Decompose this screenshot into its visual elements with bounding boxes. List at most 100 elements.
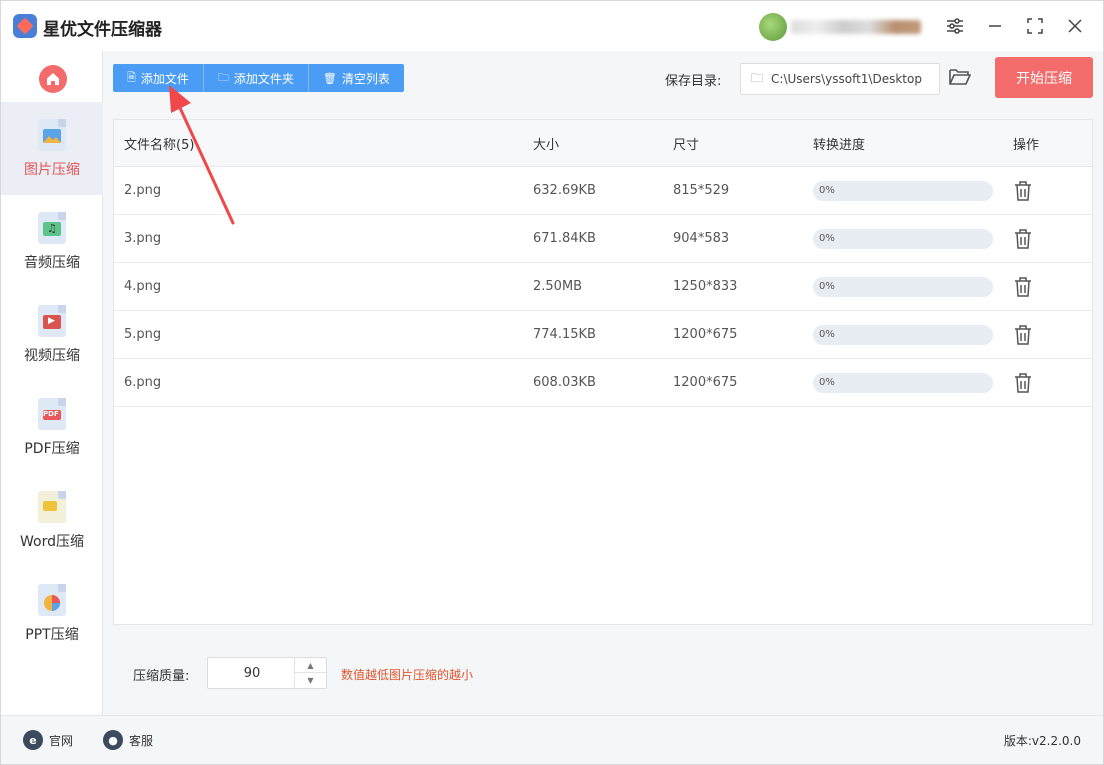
delete-trash-icon[interactable] — [1013, 276, 1033, 298]
table-row[interactable]: 5.png 774.15KB 1200*675 0% — [114, 311, 1092, 359]
clear-list-button[interactable]: 🗑 清空列表 — [308, 64, 404, 92]
browser-e-icon: e — [23, 730, 43, 750]
settings-sliders-icon[interactable] — [942, 13, 968, 39]
delete-trash-icon[interactable] — [1013, 180, 1033, 202]
table-row[interactable]: 3.png 671.84KB 904*583 0% — [114, 215, 1092, 263]
progress-bar: 0% — [813, 324, 993, 345]
cell-size: 671.84KB — [533, 231, 596, 246]
cell-action — [1013, 167, 1033, 214]
website-link[interactable]: e 官网 — [23, 730, 73, 750]
sidebar-item-label: Word压缩 — [20, 533, 84, 550]
delete-trash-icon[interactable] — [1013, 372, 1033, 394]
sidebar-item-image[interactable]: 图片压缩 — [1, 102, 103, 195]
folder-outline-icon: 🗀 — [751, 70, 764, 85]
cell-progress: 0% — [813, 167, 993, 214]
cell-progress: 0% — [813, 359, 993, 406]
cell-action — [1013, 263, 1033, 310]
sidebar-item-ppt[interactable]: PPT压缩 — [1, 567, 103, 660]
cell-dims: 1200*675 — [673, 327, 738, 342]
progress-bar: 0% — [813, 372, 993, 393]
home-button[interactable] — [39, 65, 67, 93]
progress-bar: 0% — [813, 180, 993, 201]
cell-name: 2.png — [124, 183, 162, 198]
table-row[interactable]: 2.png 632.69KB 815*529 0% — [114, 167, 1092, 215]
progress-bar: 0% — [813, 276, 993, 297]
username-blurred — [791, 20, 921, 34]
table-row[interactable]: 4.png 2.50MB 1250*833 0% — [114, 263, 1092, 311]
cell-name: 6.png — [124, 375, 162, 390]
progress-text: 0% — [819, 329, 835, 340]
home-icon — [47, 73, 59, 85]
sidebar-item-label: 音频压缩 — [24, 254, 80, 271]
cell-action — [1013, 311, 1033, 358]
close-icon[interactable] — [1062, 13, 1088, 39]
video-file-icon: ▶ — [38, 304, 66, 337]
progress-text: 0% — [819, 185, 835, 196]
header-name: 文件名称(5) — [124, 137, 195, 153]
table-header: 文件名称(5) 大小 尺寸 转换进度 操作 — [114, 120, 1092, 167]
sidebar-item-word[interactable]: Word压缩 — [1, 474, 103, 567]
cell-size: 774.15KB — [533, 327, 596, 342]
decrement-icon[interactable]: ▼ — [295, 673, 326, 688]
sidebar: 图片压缩 ♫ 音频压缩 ▶ 视频压缩 PDF PDF压缩 Word压缩 PPT压… — [1, 51, 103, 715]
cell-action — [1013, 215, 1033, 262]
user-avatar[interactable] — [759, 13, 787, 41]
progress-text: 0% — [819, 233, 835, 244]
image-file-icon — [38, 118, 66, 151]
support-link[interactable]: ● 客服 — [103, 730, 153, 750]
save-dir-input[interactable]: 🗀 C:\Users\yssoft1\Desktop — [740, 63, 940, 95]
app-title: 星优文件压缩器 — [43, 20, 162, 40]
save-dir-label: 保存目录: — [665, 74, 722, 89]
delete-trash-icon[interactable] — [1013, 324, 1033, 346]
sidebar-item-video[interactable]: ▶ 视频压缩 — [1, 288, 103, 381]
quality-panel: 压缩质量: 90 ▲ ▼ 数值越低图片压缩的越小 — [113, 635, 1093, 715]
increment-icon[interactable]: ▲ — [295, 658, 326, 673]
header-progress: 转换进度 — [813, 137, 866, 153]
cell-dims: 904*583 — [673, 231, 730, 246]
header-size: 大小 — [533, 137, 560, 153]
audio-file-icon: ♫ — [38, 211, 66, 244]
add-folder-button[interactable]: 🗀 添加文件夹 — [203, 64, 309, 92]
word-file-icon — [38, 490, 66, 523]
cell-dims: 1250*833 — [673, 279, 738, 294]
progress-bar: 0% — [813, 228, 993, 249]
quality-value[interactable]: 90 — [208, 658, 296, 688]
sidebar-item-audio[interactable]: ♫ 音频压缩 — [1, 195, 103, 288]
delete-trash-icon[interactable] — [1013, 228, 1033, 250]
sidebar-item-label: PPT压缩 — [25, 626, 79, 643]
table-row[interactable]: 6.png 608.03KB 1200*675 0% — [114, 359, 1092, 407]
browse-folder-icon[interactable] — [949, 67, 972, 89]
progress-text: 0% — [819, 281, 835, 292]
folder-icon: 🗀 — [217, 70, 229, 84]
minimize-icon[interactable] — [982, 13, 1008, 39]
header-action: 操作 — [1013, 137, 1040, 153]
cell-size: 632.69KB — [533, 183, 596, 198]
cell-dims: 1200*675 — [673, 375, 738, 390]
cell-name: 3.png — [124, 231, 162, 246]
pdf-file-icon: PDF — [38, 397, 66, 430]
start-compress-button[interactable]: 开始压缩 — [995, 57, 1093, 98]
sidebar-item-pdf[interactable]: PDF PDF压缩 — [1, 381, 103, 474]
maximize-icon[interactable] — [1022, 13, 1048, 39]
file-toolbar: 🗎 添加文件 🗀 添加文件夹 🗑 清空列表 — [113, 64, 404, 92]
cell-progress: 0% — [813, 311, 993, 358]
cell-size: 608.03KB — [533, 375, 596, 390]
ppt-file-icon — [38, 583, 66, 616]
chat-bubble-icon: ● — [103, 730, 123, 750]
file-icon: 🗎 — [127, 70, 136, 84]
title-bar: 星优文件压缩器 — [1, 1, 1103, 51]
cell-dims: 815*529 — [673, 183, 730, 198]
add-file-button[interactable]: 🗎 添加文件 — [113, 64, 204, 92]
cell-progress: 0% — [813, 263, 993, 310]
cell-action — [1013, 359, 1033, 406]
stepper-arrows: ▲ ▼ — [294, 658, 326, 688]
trash-icon: 🗑 — [322, 71, 337, 85]
quality-hint: 数值越低图片压缩的越小 — [341, 668, 474, 682]
sidebar-item-label: 图片压缩 — [24, 161, 80, 178]
version-label: 版本:v2.2.0.0 — [1003, 734, 1081, 748]
quality-stepper[interactable]: 90 ▲ ▼ — [207, 657, 327, 689]
app-window: 星优文件压缩器 图片压缩 ♫ 音频压缩 ▶ 视频压缩 PDF PDF压缩 Wor… — [0, 0, 1104, 765]
header-dims: 尺寸 — [673, 137, 700, 153]
cell-name: 4.png — [124, 279, 162, 294]
cell-progress: 0% — [813, 215, 993, 262]
